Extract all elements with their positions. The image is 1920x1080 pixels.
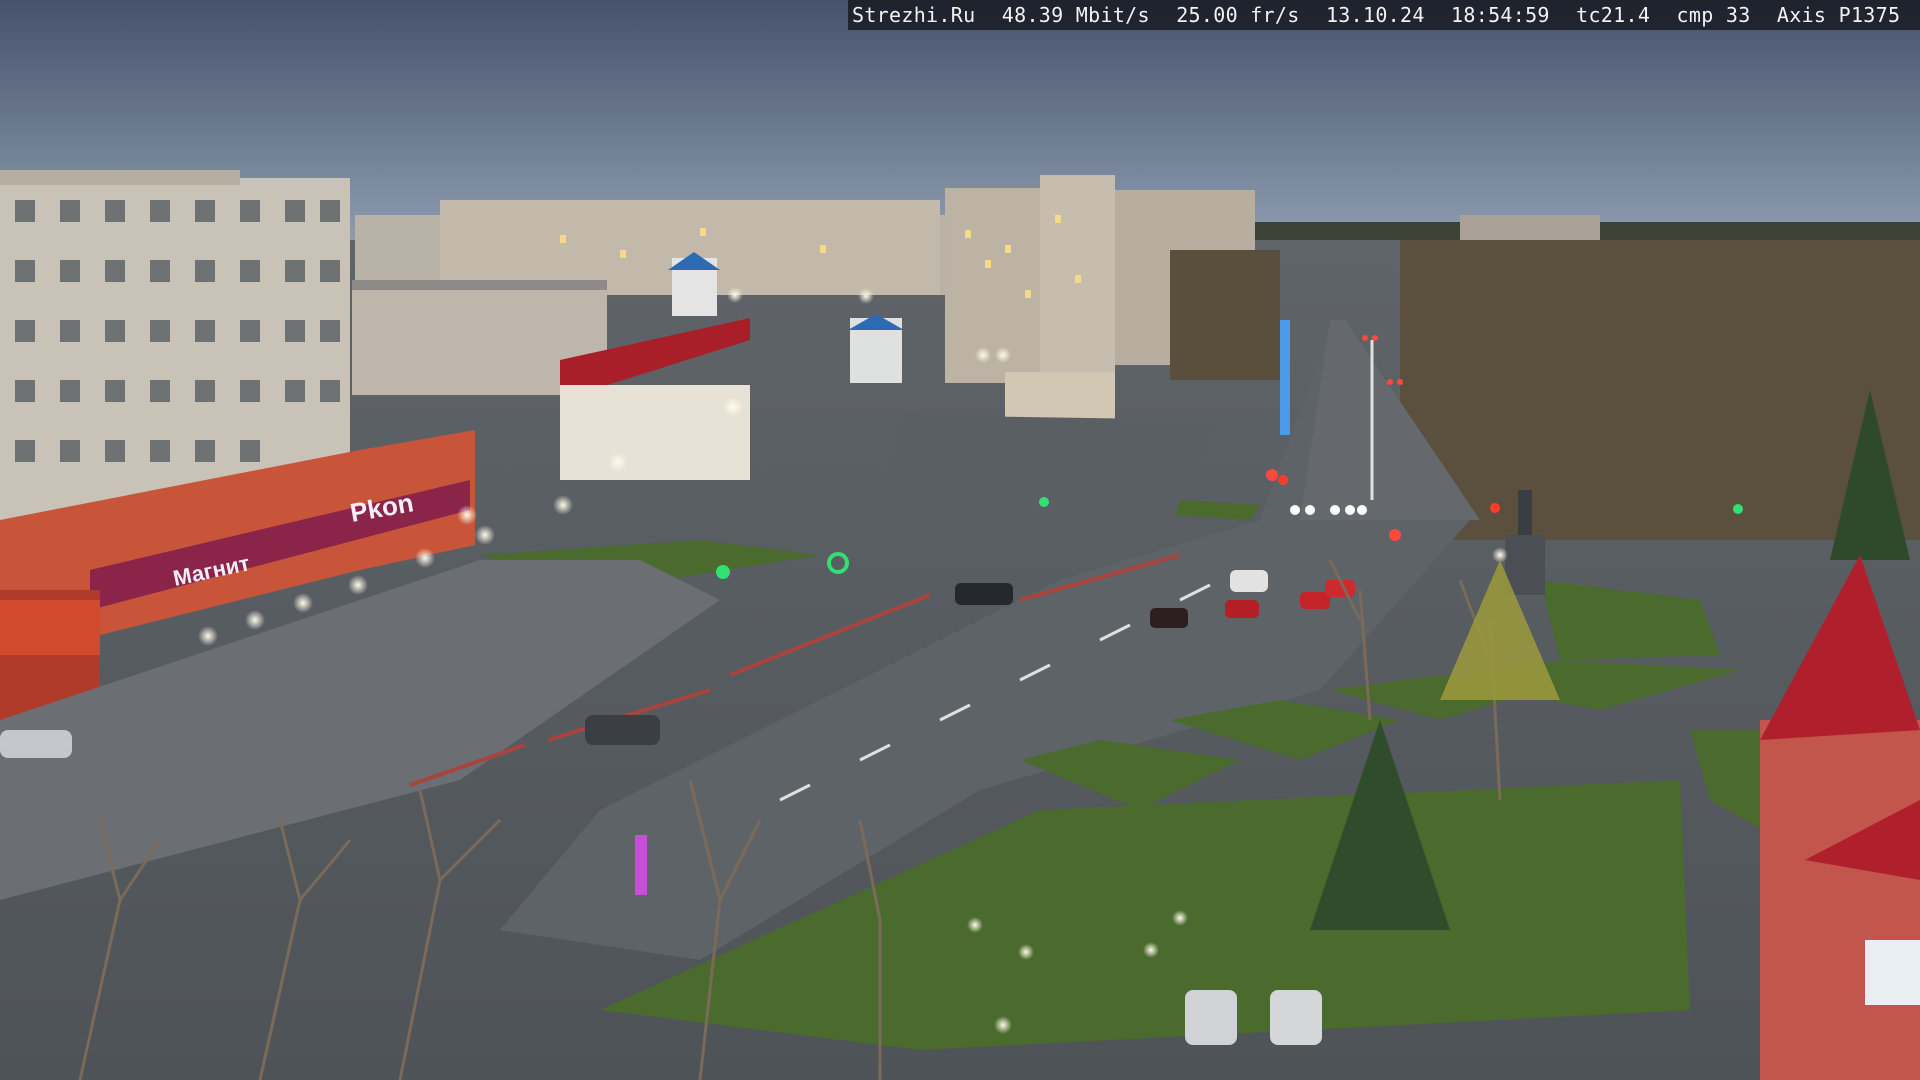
site-label: Strezhi.Ru [852,3,976,27]
date-label: 13.10.24 [1325,3,1425,27]
camera-info-overlay: Strezhi.Ru 48.39 Mbit/s 25.00 fr/s 13.10… [848,0,1920,30]
small-building [1005,372,1115,420]
bitrate-label: 48.39 Mbit/s [1001,3,1150,27]
monument-statue [1518,490,1532,535]
mid-apartment-roof [352,280,607,290]
tc-label: tc21.4 [1576,3,1651,27]
camera-label: Axis P1375 [1776,3,1901,27]
time-label: 18:54:59 [1451,3,1550,27]
cmp-label: cmp 33 [1676,3,1751,27]
framerate-label: 25.00 fr/s [1176,3,1300,27]
city-street-scene: Магнит Pkon [0,0,1920,1080]
